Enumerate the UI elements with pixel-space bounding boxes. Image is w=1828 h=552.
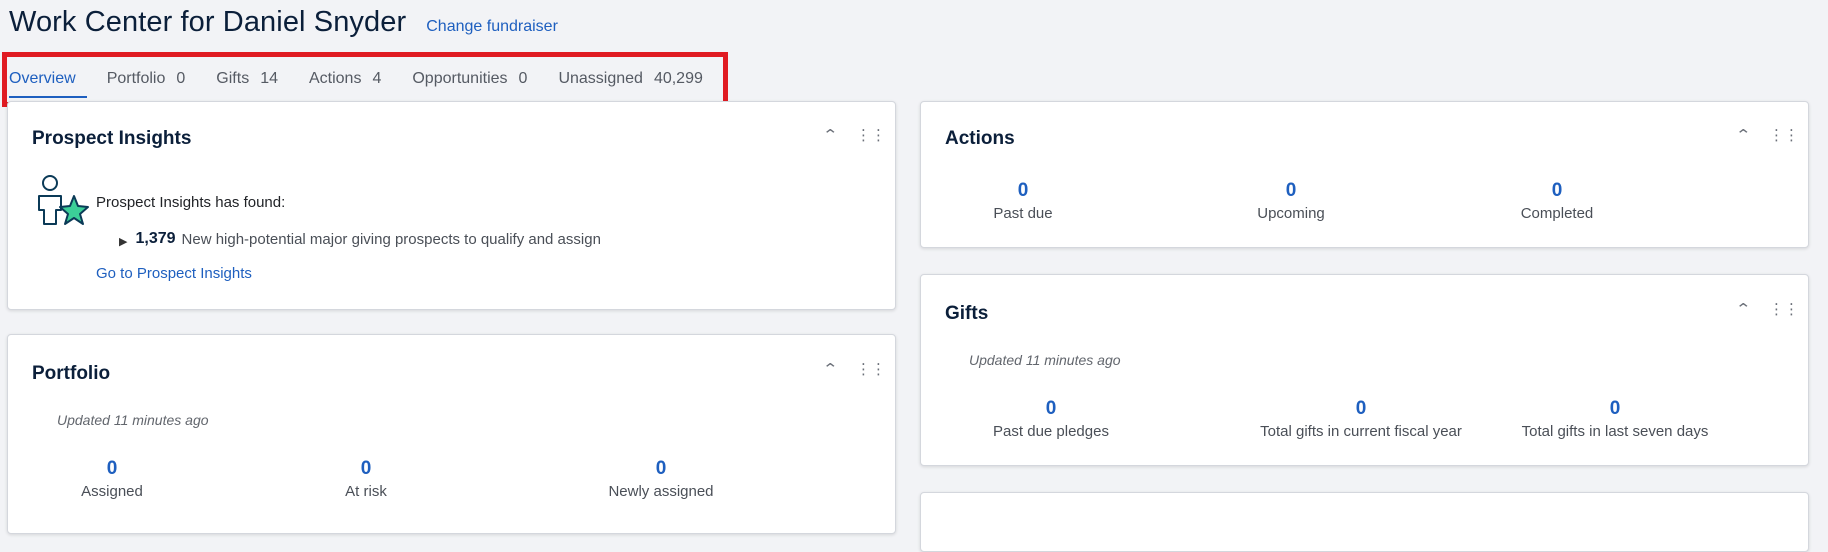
tab-label: Unassigned	[558, 70, 643, 87]
tab-portfolio[interactable]: Portfolio 0	[107, 70, 186, 98]
tab-label: Actions	[308, 70, 362, 87]
actions-stat-upcoming[interactable]: 0 Upcoming	[1257, 180, 1325, 222]
actions-stat-completed[interactable]: 0 Completed	[1521, 180, 1594, 222]
page-header: Work Center for Daniel Snyder Change fun…	[9, 6, 558, 39]
gifts-stat-past-due-pledges[interactable]: 0 Past due pledges	[993, 398, 1109, 440]
tab-bar: Overview Portfolio 0 Gifts 14 Actions 4 …	[9, 70, 734, 98]
prospect-star-icon	[38, 175, 89, 225]
tab-opportunities[interactable]: Opportunities 0	[412, 70, 527, 98]
chevron-up-icon[interactable]: ⌃	[822, 128, 838, 143]
stat-label: Total gifts in last seven days	[1521, 423, 1709, 440]
portfolio-stat-assigned[interactable]: 0 Assigned	[81, 458, 143, 500]
prospect-insights-card: Prospect Insights ⌃ ⋮⋮ Prospect Insights…	[7, 101, 896, 310]
drag-handle-icon[interactable]: ⋮⋮	[1769, 302, 1799, 317]
stat-value: 0	[1355, 398, 1367, 419]
prospect-count: 1,379	[135, 230, 176, 247]
tab-label: Gifts	[216, 70, 250, 87]
prospect-insights-found-text: Prospect Insights has found:	[96, 194, 286, 211]
go-to-prospect-insights-link[interactable]: Go to Prospect Insights	[96, 265, 252, 282]
tab-label: Overview	[9, 70, 76, 87]
gifts-stat-last-seven-days[interactable]: 0 Total gifts in last seven days	[1522, 398, 1709, 440]
tab-count: 0	[176, 70, 186, 87]
prospect-insights-summary: ▶ 1,379 New high-potential major giving …	[119, 230, 601, 248]
chevron-up-icon[interactable]: ⌃	[822, 362, 838, 377]
next-card-partial	[920, 492, 1809, 552]
stat-value: 0	[1285, 180, 1297, 201]
stat-value: 0	[106, 458, 118, 479]
stat-value: 0	[1017, 180, 1029, 201]
card-title: Gifts	[945, 303, 989, 324]
stat-label: Assigned	[81, 483, 143, 500]
stat-value: 0	[1609, 398, 1621, 419]
tab-count: 4	[372, 70, 382, 87]
caret-right-icon: ▶	[119, 235, 128, 248]
tab-actions[interactable]: Actions 4	[309, 70, 381, 98]
actions-stat-past-due[interactable]: 0 Past due	[993, 180, 1052, 222]
tab-unassigned[interactable]: Unassigned 40,299	[558, 70, 702, 98]
drag-handle-icon[interactable]: ⋮⋮	[1769, 128, 1799, 143]
gifts-card: Gifts ⌃ ⋮⋮ Updated 11 minutes ago 0 Past…	[920, 274, 1809, 466]
tab-gifts[interactable]: Gifts 14	[216, 70, 278, 98]
change-fundraiser-link[interactable]: Change fundraiser	[426, 18, 558, 36]
stat-label: At risk	[345, 483, 387, 500]
page-title: Work Center for Daniel Snyder	[9, 6, 407, 38]
tab-label: Portfolio	[106, 70, 166, 87]
drag-handle-icon[interactable]: ⋮⋮	[856, 362, 886, 377]
portfolio-stat-at-risk[interactable]: 0 At risk	[345, 458, 387, 500]
gifts-stat-current-fiscal-year[interactable]: 0 Total gifts in current fiscal year	[1260, 398, 1462, 440]
stat-label: Newly assigned	[608, 483, 714, 500]
stat-label: Upcoming	[1257, 205, 1325, 222]
actions-card: Actions ⌃ ⋮⋮ 0 Past due 0 Upcoming 0 Com…	[920, 101, 1809, 248]
stat-value: 0	[1551, 180, 1563, 201]
stat-label: Total gifts in current fiscal year	[1260, 423, 1462, 440]
chevron-up-icon[interactable]: ⌃	[1735, 128, 1751, 143]
stat-value: 0	[1045, 398, 1057, 419]
stat-value: 0	[360, 458, 372, 479]
stat-label: Past due	[993, 205, 1053, 222]
drag-handle-icon[interactable]: ⋮⋮	[856, 128, 886, 143]
gifts-updated-text: Updated 11 minutes ago	[969, 352, 1121, 368]
stat-label: Past due pledges	[993, 423, 1109, 440]
chevron-up-icon[interactable]: ⌃	[1735, 302, 1751, 317]
portfolio-stat-newly-assigned[interactable]: 0 Newly assigned	[608, 458, 713, 500]
prospect-description: New high-potential major giving prospect…	[181, 230, 601, 248]
tab-count: 40,299	[653, 70, 703, 87]
card-title: Actions	[945, 128, 1015, 149]
card-title: Prospect Insights	[32, 128, 192, 149]
tab-label: Opportunities	[412, 70, 508, 87]
stat-label: Completed	[1520, 205, 1594, 222]
tab-count: 0	[518, 70, 528, 87]
tab-count: 14	[260, 70, 278, 87]
tab-overview[interactable]: Overview	[9, 70, 87, 98]
portfolio-card: Portfolio ⌃ ⋮⋮ Updated 11 minutes ago 0 …	[7, 334, 896, 534]
portfolio-updated-text: Updated 11 minutes ago	[57, 412, 209, 428]
card-title: Portfolio	[32, 363, 111, 384]
stat-value: 0	[655, 458, 667, 479]
